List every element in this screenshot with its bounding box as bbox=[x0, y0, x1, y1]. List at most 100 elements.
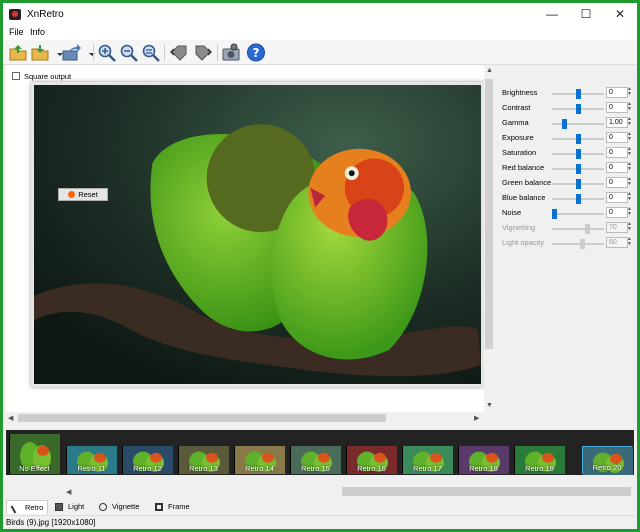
slider-track[interactable] bbox=[552, 104, 604, 114]
viewer-vscroll-thumb[interactable] bbox=[485, 79, 493, 349]
maximize-button[interactable]: ☐ bbox=[569, 3, 603, 26]
slider-value-input[interactable]: 0 bbox=[606, 132, 628, 143]
slider-value-input: 70 bbox=[606, 222, 628, 233]
tab-retro[interactable]: Retro bbox=[6, 500, 48, 514]
effect-thumb-9[interactable]: Retro 19 bbox=[514, 446, 565, 474]
slider-value-input[interactable]: 1,00 bbox=[606, 117, 628, 128]
effect-thumb-6[interactable]: Retro 16 bbox=[346, 446, 397, 474]
slider-row-saturation: Saturation 0 ▲ ▼ bbox=[502, 147, 632, 160]
slider-label: Red balance bbox=[502, 163, 545, 172]
slider-label: Blue balance bbox=[502, 193, 546, 202]
scroll-down-icon[interactable]: ▼ bbox=[486, 402, 493, 409]
effect-thumb-5[interactable]: Retro 15 bbox=[290, 446, 341, 474]
slider-knob[interactable] bbox=[576, 194, 581, 204]
square-output-label: Square output bbox=[24, 72, 72, 81]
slider-track[interactable] bbox=[552, 119, 604, 129]
square-output-checkbox[interactable] bbox=[12, 72, 20, 80]
effect-thumb-3[interactable]: Retro 13 bbox=[178, 446, 229, 474]
zoom-in-icon[interactable] bbox=[97, 43, 117, 62]
menu-file[interactable]: File bbox=[9, 27, 24, 37]
slider-row-contrast: Contrast 0 ▲ ▼ bbox=[502, 102, 632, 115]
slider-value-input[interactable]: 0 bbox=[606, 87, 628, 98]
slider-knob[interactable] bbox=[576, 179, 581, 189]
effect-thumb-4[interactable]: Retro 14 bbox=[234, 446, 285, 474]
spin-arrows-icon[interactable]: ▲ ▼ bbox=[627, 87, 632, 98]
slider-track[interactable] bbox=[552, 149, 604, 159]
effect-thumb-8[interactable]: Retro 18 bbox=[458, 446, 509, 474]
slider-track[interactable] bbox=[552, 194, 604, 204]
slider-row-green-balance: Green balance 0 ▲ ▼ bbox=[502, 177, 632, 190]
reset-button[interactable]: Reset bbox=[58, 188, 108, 201]
slider-value-input[interactable]: 0 bbox=[606, 207, 628, 218]
tab-frame[interactable]: Frame bbox=[150, 500, 196, 514]
camera-icon[interactable] bbox=[221, 43, 241, 62]
help-icon[interactable]: ? bbox=[246, 43, 266, 62]
status-bar: Birds (9).jpg [1920x1080] bbox=[3, 515, 637, 529]
save-icon[interactable] bbox=[30, 43, 50, 62]
spin-arrows-icon[interactable]: ▲ ▼ bbox=[627, 192, 632, 203]
effect-thumb-0[interactable]: No Effect bbox=[9, 434, 60, 474]
slider-track[interactable] bbox=[552, 179, 604, 189]
effects-scroll-thumb[interactable] bbox=[342, 487, 631, 496]
slider-knob[interactable] bbox=[576, 149, 581, 159]
effects-strip: No Effect Retro 11 Retro 12 Retro 13 Retro 1… bbox=[6, 430, 634, 475]
slider-knob[interactable] bbox=[576, 89, 581, 99]
effects-scrollbar[interactable]: ◀ bbox=[63, 475, 634, 499]
effect-thumb-1[interactable]: Retro 11 bbox=[66, 446, 117, 474]
scroll-left-icon[interactable]: ◀ bbox=[8, 414, 13, 422]
effects-scroll-left-icon[interactable]: ◀ bbox=[66, 488, 71, 496]
scroll-right-icon[interactable]: ▶ bbox=[474, 414, 479, 422]
slider-label: Gamma bbox=[502, 118, 529, 127]
tab-light[interactable]: Light bbox=[50, 500, 92, 514]
export-dropdown-icon[interactable] bbox=[82, 43, 95, 62]
spin-arrows-icon[interactable]: ▲ ▼ bbox=[627, 147, 632, 158]
slider-track[interactable] bbox=[552, 209, 604, 219]
slider-row-blue-balance: Blue balance 0 ▲ ▼ bbox=[502, 192, 632, 205]
save-dropdown-icon[interactable] bbox=[50, 43, 63, 62]
effect-label: Retro 13 bbox=[189, 464, 218, 473]
rotate-left-icon[interactable] bbox=[169, 43, 189, 62]
spin-arrows-icon[interactable]: ▲ ▼ bbox=[627, 207, 632, 218]
rotate-right-icon[interactable] bbox=[193, 43, 213, 62]
slider-label: Contrast bbox=[502, 103, 531, 112]
effect-thumb-2[interactable]: Retro 12 bbox=[122, 446, 173, 474]
zoom-out-icon[interactable] bbox=[119, 43, 139, 62]
slider-row-red-balance: Red balance 0 ▲ ▼ bbox=[502, 162, 632, 175]
scroll-up-icon[interactable]: ▲ bbox=[486, 67, 493, 74]
menu-info[interactable]: Info bbox=[30, 27, 45, 37]
slider-row-noise: Noise 0 ▲ ▼ bbox=[502, 207, 632, 220]
slider-value-input[interactable]: 0 bbox=[606, 147, 628, 158]
viewer-vertical-scrollbar[interactable]: ▲ ▼ bbox=[484, 65, 494, 412]
open-icon[interactable] bbox=[8, 43, 28, 62]
effect-thumb-7[interactable]: Retro 17 bbox=[402, 446, 453, 474]
slider-knob[interactable] bbox=[576, 164, 581, 174]
spin-arrows-icon[interactable]: ▲ ▼ bbox=[627, 102, 632, 113]
effect-label: Retro 20 bbox=[592, 463, 622, 472]
effect-thumb-10[interactable]: Retro 20 bbox=[582, 446, 633, 475]
spin-arrows-icon[interactable]: ▲ ▼ bbox=[627, 117, 632, 128]
spin-arrows-icon[interactable]: ▲ ▼ bbox=[627, 162, 632, 173]
tab-vignette[interactable]: Vignette bbox=[94, 500, 148, 514]
slider-value-input[interactable]: 0 bbox=[606, 192, 628, 203]
slider-knob[interactable] bbox=[552, 209, 557, 219]
slider-label: Light opacity bbox=[502, 238, 545, 247]
slider-knob[interactable] bbox=[576, 104, 581, 114]
image-viewer[interactable] bbox=[6, 65, 484, 412]
slider-track[interactable] bbox=[552, 164, 604, 174]
minimize-button[interactable]: — bbox=[535, 3, 569, 26]
slider-value-input[interactable]: 0 bbox=[606, 162, 628, 173]
slider-track[interactable] bbox=[552, 89, 604, 99]
viewer-horizontal-scrollbar[interactable]: ◀ ▶ bbox=[6, 412, 484, 423]
slider-value-input[interactable]: 0 bbox=[606, 102, 628, 113]
viewer-hscroll-thumb[interactable] bbox=[18, 414, 386, 422]
zoom-fit-icon[interactable] bbox=[141, 43, 161, 62]
slider-value-input[interactable]: 0 bbox=[606, 177, 628, 188]
close-button[interactable]: ✕ bbox=[603, 3, 637, 26]
slider-knob[interactable] bbox=[576, 134, 581, 144]
spin-arrows-icon[interactable]: ▲ ▼ bbox=[627, 132, 632, 143]
slider-knob[interactable] bbox=[562, 119, 567, 129]
export-icon[interactable] bbox=[61, 43, 81, 62]
slider-track[interactable] bbox=[552, 134, 604, 144]
spin-arrows-icon[interactable]: ▲ ▼ bbox=[627, 177, 632, 188]
slider-row-vignetting: Vignetting 70 ▲ ▼ bbox=[502, 222, 632, 235]
